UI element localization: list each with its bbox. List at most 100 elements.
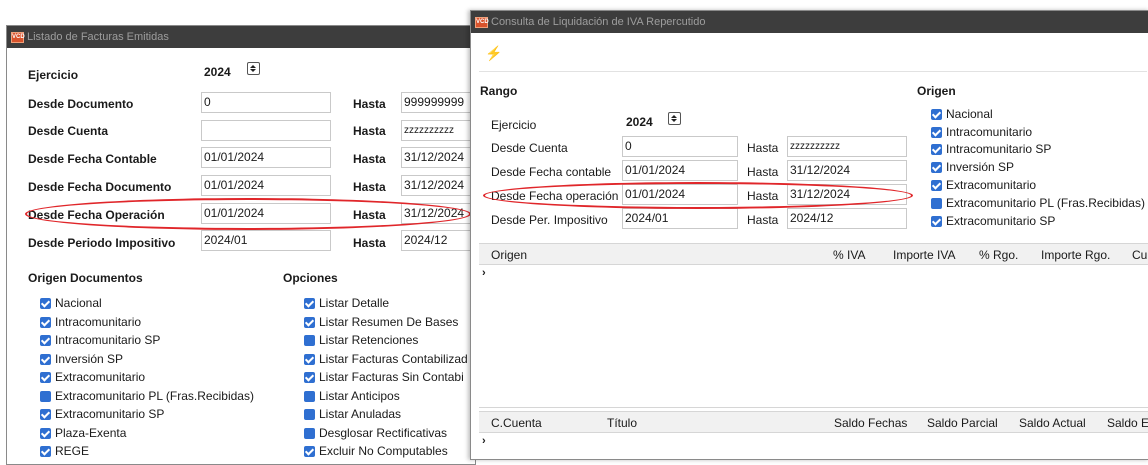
checkbox-label: Listar Anuladas (319, 407, 402, 421)
checkbox-label: Excluir No Computables (319, 444, 448, 458)
column-header-c-cuenta[interactable]: C.Cuenta (491, 416, 542, 430)
window-titlebar[interactable]: VCD Consulta de Liquidación de IVA Reper… (471, 11, 1148, 33)
hasta-label: Hasta (747, 213, 779, 227)
origen-checkbox-extracomunitario-sp[interactable]: Extracomunitario SP (931, 214, 1055, 228)
checkbox-label: Intracomunitario (946, 125, 1033, 139)
origen-checkbox-plaza-exenta[interactable]: Plaza-Exenta (40, 426, 126, 440)
hasta-fecha-contable-field[interactable]: 31/12/2024 (787, 160, 907, 181)
checkbox-checked-icon (40, 316, 51, 328)
checkbox-unchecked-icon (40, 390, 51, 402)
ejercicio-label: Ejercicio (28, 68, 79, 82)
app-icon: VCD (475, 16, 489, 28)
opcion-listar-detalle[interactable]: Listar Detalle (304, 296, 389, 310)
desde-documento-label: Desde Documento (28, 97, 134, 111)
ejercicio-value[interactable]: 2024 (204, 65, 231, 79)
opcion-listar-anticipos[interactable]: Listar Anticipos (304, 389, 400, 403)
origen-documentos-title: Origen Documentos (28, 271, 143, 285)
column-header-saldo-e[interactable]: Saldo E (1107, 416, 1148, 430)
origen-checkbox-extracomunitario[interactable]: Extracomunitario (931, 178, 1036, 192)
checkbox-checked-icon (304, 297, 315, 309)
desde-fecha-documento-field[interactable]: 01/01/2024 (201, 175, 331, 196)
origen-checkbox-intracomunitario-sp[interactable]: Intracomunitario SP (40, 333, 160, 347)
desde-periodo-impositivo-field[interactable]: 2024/01 (201, 230, 331, 251)
opcion-listar-resumen-bases[interactable]: Listar Resumen De Bases (304, 315, 458, 329)
opcion-listar-retenciones[interactable]: Listar Retenciones (304, 333, 418, 347)
desde-fecha-contable-label: Desde Fecha Contable (28, 152, 157, 166)
opcion-listar-anuladas[interactable]: Listar Anuladas (304, 407, 401, 421)
ejercicio-value[interactable]: 2024 (626, 115, 653, 129)
hasta-fecha-documento-field[interactable]: 31/12/2024 (401, 175, 475, 196)
hasta-per-impositivo-field[interactable]: 2024/12 (787, 208, 907, 229)
checkbox-checked-icon (931, 215, 942, 227)
hasta-cuenta-field[interactable]: zzzzzzzzzz (401, 120, 475, 141)
window-titlebar[interactable]: VCD Listado de Facturas Emitidas (7, 26, 475, 48)
column-header-importe-iva[interactable]: Importe IVA (893, 248, 955, 262)
origen-checkbox-inversion-sp[interactable]: Inversión SP (931, 160, 1014, 174)
origen-checkbox-inversion-sp[interactable]: Inversión SP (40, 352, 123, 366)
origen-checkbox-nacional[interactable]: Nacional (931, 107, 993, 121)
checkbox-label: Listar Facturas Contabilizad (319, 352, 468, 366)
checkbox-checked-icon (40, 371, 51, 383)
desde-per-impositivo-label: Desde Per. Impositivo (491, 213, 608, 227)
checkbox-label: Intracomunitario (55, 315, 142, 329)
checkbox-label: Listar Detalle (319, 296, 390, 310)
grid-liquidacion-header: Origen % IVA Importe IVA % Rgo. Importe … (479, 243, 1148, 265)
rango-title: Rango (480, 84, 518, 98)
checkbox-label: Desglosar Rectificativas (319, 426, 448, 440)
origen-checkbox-extracomunitario-pl[interactable]: Extracomunitario PL (Fras.Recibidas) (40, 389, 254, 403)
desde-fecha-documento-label: Desde Fecha Documento (28, 180, 172, 194)
column-header-saldo-parcial[interactable]: Saldo Parcial (927, 416, 998, 430)
desde-cuenta-field[interactable]: 0 (622, 136, 738, 157)
checkbox-checked-icon (931, 179, 942, 191)
column-header-titulo[interactable]: Título (607, 416, 637, 430)
desde-per-impositivo-field[interactable]: 2024/01 (622, 208, 738, 229)
hasta-fecha-contable-field[interactable]: 31/12/2024 (401, 147, 475, 168)
origen-checkbox-intracomunitario-sp[interactable]: Intracomunitario SP (931, 142, 1051, 156)
origen-checkbox-nacional[interactable]: Nacional (40, 296, 102, 310)
checkbox-checked-icon (931, 108, 942, 120)
ejercicio-spinner[interactable] (668, 112, 681, 125)
origen-checkbox-extracomunitario-sp[interactable]: Extracomunitario SP (40, 407, 164, 421)
checkbox-unchecked-icon (304, 427, 315, 439)
highlight-ellipse (25, 198, 471, 230)
opcion-listar-contabilizadas[interactable]: Listar Facturas Contabilizad (304, 352, 468, 366)
checkbox-label: Nacional (946, 107, 993, 121)
origen-checkbox-rege[interactable]: REGE (40, 444, 89, 458)
checkbox-checked-icon (40, 408, 51, 420)
desde-fecha-contable-field[interactable]: 01/01/2024 (622, 160, 738, 181)
origen-checkbox-extracomunitario[interactable]: Extracomunitario (40, 370, 145, 384)
column-header-importe-rgo[interactable]: Importe Rgo. (1041, 248, 1110, 262)
checkbox-label: Extracomunitario PL (Fras.Recibidas) (946, 196, 1145, 210)
opcion-excluir-no-computables[interactable]: Excluir No Computables (304, 444, 448, 458)
desde-cuenta-field[interactable] (201, 120, 331, 141)
ejercicio-label: Ejercicio (491, 118, 537, 132)
desde-fecha-contable-field[interactable]: 01/01/2024 (201, 147, 331, 168)
execute-icon[interactable]: ⚡ (485, 45, 502, 62)
checkbox-label: Plaza-Exenta (55, 426, 127, 440)
origen-checkbox-intracomunitario[interactable]: Intracomunitario (931, 125, 1032, 139)
origen-checkbox-intracomunitario[interactable]: Intracomunitario (40, 315, 141, 329)
hasta-label: Hasta (353, 152, 386, 166)
column-header-saldo-fechas[interactable]: Saldo Fechas (834, 416, 907, 430)
desde-cuenta-label: Desde Cuenta (28, 124, 109, 138)
opcion-desglosar-rectificativas[interactable]: Desglosar Rectificativas (304, 426, 447, 440)
origen-checkbox-extracomunitario-pl[interactable]: Extracomunitario PL (Fras.Recibidas) (931, 196, 1145, 210)
checkbox-checked-icon (931, 161, 942, 173)
column-header-rgo[interactable]: % Rgo. (979, 248, 1018, 262)
row-indicator-icon: › (482, 435, 486, 447)
column-header-iva[interactable]: % IVA (833, 248, 865, 262)
opcion-listar-sin-contabilizar[interactable]: Listar Facturas Sin Contabi (304, 370, 464, 384)
ejercicio-spinner[interactable] (247, 62, 260, 75)
hasta-documento-field[interactable]: 999999999 (401, 92, 475, 113)
desde-fecha-contable-label: Desde Fecha contable (491, 165, 612, 179)
column-header-saldo-actual[interactable]: Saldo Actual (1019, 416, 1086, 430)
hasta-cuenta-field[interactable]: zzzzzzzzzz (787, 136, 907, 157)
checkbox-checked-icon (40, 353, 51, 365)
highlight-ellipse (483, 182, 913, 209)
hasta-periodo-impositivo-field[interactable]: 2024/12 (401, 230, 475, 251)
column-header-cu[interactable]: Cu (1132, 248, 1147, 262)
desde-cuenta-label: Desde Cuenta (491, 141, 568, 155)
column-header-origen[interactable]: Origen (491, 248, 527, 262)
window-title: Listado de Facturas Emitidas (27, 31, 169, 43)
desde-documento-field[interactable]: 0 (201, 92, 331, 113)
